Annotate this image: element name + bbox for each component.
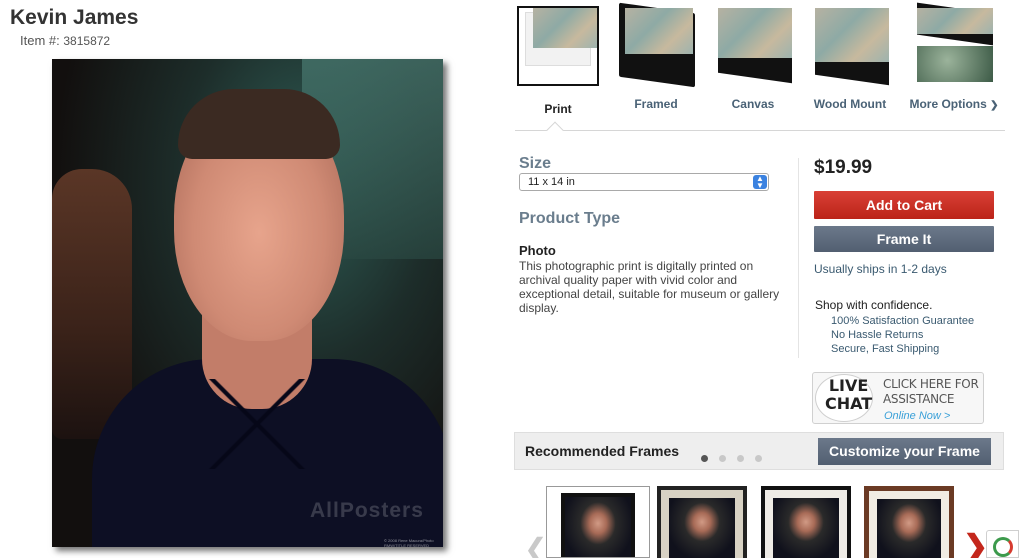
tab-indicator bbox=[546, 121, 564, 139]
format-option-label: Print bbox=[544, 102, 572, 116]
size-select-value: 11 x 14 in bbox=[528, 176, 575, 188]
product-type-description: This photographic print is digitally pri… bbox=[519, 259, 780, 315]
format-option-framed[interactable]: Framed bbox=[615, 2, 697, 111]
format-option-print[interactable]: Print bbox=[517, 6, 599, 116]
guarantee-returns-link[interactable]: No Hassle Returns bbox=[831, 328, 974, 342]
live-chat-line2: CHAT bbox=[825, 394, 873, 413]
carousel-dot[interactable] bbox=[719, 455, 726, 462]
recommended-frame-2[interactable] bbox=[657, 486, 747, 558]
image-collar bbox=[202, 379, 312, 469]
confidence-heading: Shop with confidence. bbox=[815, 298, 933, 312]
product-type-heading: Product Type bbox=[519, 210, 621, 227]
format-option-label: Wood Mount bbox=[813, 97, 887, 111]
size-select[interactable]: 11 x 14 in ▲ ▼ bbox=[519, 173, 769, 191]
recommended-frame-1[interactable] bbox=[546, 486, 650, 558]
add-to-cart-button[interactable]: Add to Cart bbox=[814, 191, 994, 219]
shipping-info: Usually ships in 1-2 days bbox=[814, 262, 947, 276]
size-heading: Size bbox=[519, 155, 552, 172]
carousel-dot[interactable] bbox=[755, 455, 762, 462]
format-option-label: Canvas bbox=[731, 97, 775, 111]
online-now-link[interactable]: Online Now > bbox=[884, 410, 950, 422]
recommended-frames-title: Recommended Frames bbox=[525, 443, 680, 459]
live-chat-button[interactable]: LIVE CHAT CLICK HERE FOR ASSISTANCE Onli… bbox=[812, 372, 984, 424]
frame-it-button[interactable]: Frame It bbox=[814, 226, 994, 252]
assistance-line1: CLICK HERE FOR bbox=[883, 377, 979, 391]
canvas-thumbnail bbox=[714, 6, 792, 84]
chevron-down-icon: ❯ bbox=[990, 100, 999, 111]
assistance-line2: ASSISTANCE bbox=[883, 392, 955, 406]
more-options-thumbnail bbox=[915, 2, 993, 84]
product-type-name: Photo bbox=[519, 243, 556, 258]
format-option-label: More Options ❯ bbox=[904, 97, 1004, 111]
recommended-frames-bar: Recommended Frames Customize your Frame bbox=[514, 432, 1004, 470]
price: $19.99 bbox=[814, 157, 873, 178]
image-copyright: © 2008 Rene Macura/Photo RMW/TITLE RESER… bbox=[384, 538, 434, 547]
carousel-dot[interactable] bbox=[701, 455, 708, 462]
chevron-left-icon[interactable]: ❮ bbox=[524, 532, 547, 558]
tab-divider bbox=[515, 130, 1005, 131]
live-chat-line1: LIVE bbox=[828, 376, 869, 395]
carousel-dot[interactable] bbox=[737, 455, 744, 462]
image-hair bbox=[178, 89, 340, 159]
format-option-wood-mount[interactable]: Wood Mount bbox=[809, 6, 891, 111]
customize-frame-button[interactable]: Customize your Frame bbox=[818, 438, 991, 465]
format-option-label: Framed bbox=[634, 97, 678, 111]
assistance-label: CLICK HERE FOR ASSISTANCE bbox=[883, 377, 979, 407]
carousel-dots bbox=[701, 449, 773, 467]
print-thumbnail bbox=[517, 6, 599, 86]
chevron-right-icon[interactable]: ❯ bbox=[963, 529, 988, 558]
wood-mount-thumbnail bbox=[811, 6, 889, 86]
image-background-person bbox=[52, 169, 132, 439]
live-chat-label: LIVE CHAT bbox=[825, 377, 872, 413]
item-label: Item #: bbox=[20, 33, 60, 48]
guarantee-list: 100% Satisfaction Guarantee No Hassle Re… bbox=[831, 314, 974, 356]
item-number: Item #: 3815872 bbox=[20, 33, 110, 48]
recommended-frame-4[interactable] bbox=[864, 486, 954, 558]
select-arrows-icon: ▲ ▼ bbox=[753, 175, 767, 190]
format-option-canvas[interactable]: Canvas bbox=[712, 6, 794, 111]
guarantee-shipping-link[interactable]: Secure, Fast Shipping bbox=[831, 342, 974, 356]
format-option-more[interactable]: More Options ❯ bbox=[904, 2, 1004, 111]
guarantee-satisfaction-link[interactable]: 100% Satisfaction Guarantee bbox=[831, 314, 974, 328]
item-number-value: 3815872 bbox=[63, 34, 111, 48]
more-options-label: More Options bbox=[909, 97, 987, 111]
product-title: Kevin James bbox=[10, 6, 139, 29]
product-image[interactable]: AllPosters © 2008 Rene Macura/Photo RMW/… bbox=[52, 59, 443, 547]
image-watermark: AllPosters bbox=[310, 499, 424, 522]
framed-thumbnail bbox=[617, 2, 695, 88]
recommended-frame-3[interactable] bbox=[761, 486, 851, 558]
status-badge-icon[interactable] bbox=[986, 530, 1019, 558]
column-divider bbox=[798, 158, 799, 358]
